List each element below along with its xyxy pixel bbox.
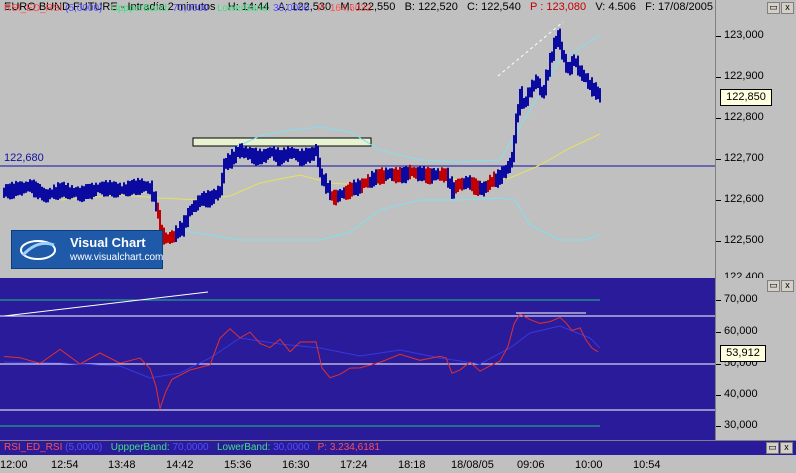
rsi-last-value-marker: 53,912: [720, 345, 766, 362]
minimized-indicator-bar[interactable]: RSI_ED_RSI (5,0000) UppperBand: 70,0000 …: [0, 440, 796, 455]
time-label: 17:24: [340, 459, 368, 471]
close-window-icon[interactable]: x: [781, 2, 794, 14]
date-label: F:: [645, 1, 655, 13]
restore-window-icon[interactable]: ▭: [766, 442, 779, 454]
restore-window-icon[interactable]: ▭: [767, 2, 780, 14]
level-line-label: 122,680: [4, 152, 44, 164]
min-label: B:: [404, 1, 415, 13]
minimized-indicator-text: RSI_ED_RSI (5,0000) UppperBand: 70,0000 …: [4, 442, 380, 453]
time-label: 13:48: [108, 459, 136, 471]
bottom-rsi-name: RSI_ED_RSI: [4, 442, 63, 453]
price-axis: ▭ x 123,000 122,900 122,800 122,700 122,…: [715, 0, 796, 279]
rsi-name: RSI_ED_RSI: [4, 3, 63, 14]
price-tick: 122,500: [724, 234, 764, 246]
rsi-header: RSI_ED_RSI (5,0000) UppperBand: 70,0000 …: [4, 3, 372, 14]
visual-chart-logo: Visual Chart www.visualchart.com: [11, 230, 163, 269]
logo-title: Visual Chart: [70, 235, 146, 250]
time-label: 09:06: [517, 459, 545, 471]
time-label: 12:00: [0, 459, 28, 471]
bottom-upper-label: UppperBand:: [110, 442, 170, 453]
time-label: 18/08/05: [451, 459, 494, 471]
resistance-box: [192, 137, 372, 147]
rsi-chart-canvas[interactable]: [0, 278, 715, 440]
rsi-tick: 30,000: [724, 419, 758, 431]
bottom-p-value: 3.234,6181: [329, 442, 380, 453]
close-value: 122,540: [481, 1, 521, 13]
price-value: 123,080: [546, 1, 587, 13]
volume-label: V:: [595, 1, 606, 13]
date-value: 17/08/2005: [657, 1, 713, 13]
bottom-p-label: P:: [317, 442, 328, 453]
time-label: 14:42: [166, 459, 194, 471]
rsi-average-line: [3, 325, 601, 379]
time-label: 15:36: [224, 459, 252, 471]
logo-swoosh-icon: [20, 240, 56, 260]
time-label: 12:54: [51, 459, 79, 471]
logo-url: www.visualchart.com: [70, 252, 164, 263]
price-tick: 122,600: [724, 193, 764, 205]
price-tick: 122,900: [724, 70, 764, 82]
min-value: 122,520: [418, 1, 458, 13]
price-tick: 122,700: [724, 152, 764, 164]
bottom-upper-value: 70,0000: [172, 442, 209, 453]
rsi-pane[interactable]: [0, 278, 715, 440]
rsi-p-value: 164,6032: [329, 3, 372, 14]
rsi-trend-line: [3, 291, 209, 317]
close-window-icon[interactable]: x: [781, 280, 794, 292]
upper-band-label: UppperBand:: [110, 3, 170, 14]
volume-value: 4.506: [608, 1, 636, 13]
close-label: C:: [467, 1, 479, 13]
rsi-tick: 60,000: [724, 325, 758, 337]
price-tick: 122,800: [724, 111, 764, 123]
time-axis: 12:00 12:54 13:48 14:42 15:36 16:30 17:2…: [0, 455, 796, 473]
last-price-marker: 122,850: [720, 89, 772, 106]
time-label: 18:18: [398, 459, 426, 471]
upper-band-value: 70,0000: [172, 3, 209, 14]
lower-band-value: 30,0000: [273, 3, 310, 14]
time-label: 10:00: [575, 459, 603, 471]
close-window-icon[interactable]: x: [780, 442, 793, 454]
time-label: 10:54: [633, 459, 661, 471]
bottom-rsi-period: (5,0000): [65, 442, 103, 453]
lower-band-label: LowerBand:: [216, 3, 271, 14]
bottom-lower-value: 30,0000: [273, 442, 310, 453]
rsi-period: (5,0000): [65, 3, 103, 14]
price-bars: [3, 28, 601, 245]
rsi-tick: 70,000: [724, 293, 758, 305]
rsi-line: [3, 313, 599, 411]
price-tick: 122,400: [724, 271, 764, 278]
price-tick: 123,000: [724, 29, 764, 41]
bollinger-lower: [179, 197, 601, 241]
time-label: 16:30: [282, 459, 310, 471]
bottom-lower-label: LowerBand:: [216, 442, 271, 453]
restore-window-icon[interactable]: ▭: [767, 280, 780, 292]
rsi-tick: 40,000: [724, 388, 758, 400]
rsi-p-label: P:: [317, 3, 328, 14]
price-label: P :: [530, 1, 544, 13]
